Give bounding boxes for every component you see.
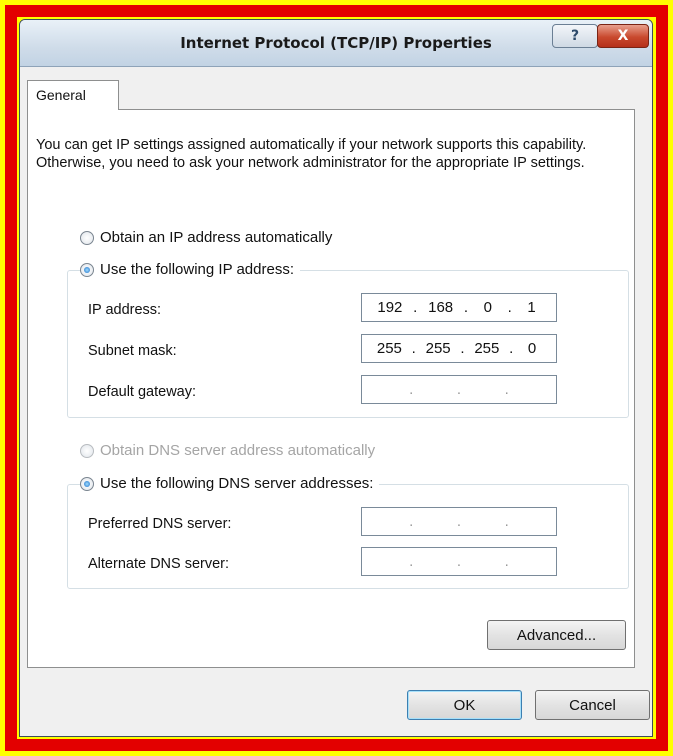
octet-3: 0: [483, 299, 493, 316]
dns-manual-radio[interactable]: [80, 476, 94, 491]
octet-dot: .: [456, 513, 462, 530]
ip-address-label: IP address:: [88, 302, 162, 318]
octet-1: 255: [376, 340, 402, 357]
octet-dot: .: [409, 381, 414, 398]
subnet-mask-input[interactable]: 255. 255. 255. 0: [361, 334, 557, 363]
ok-button[interactable]: OK: [407, 690, 522, 720]
ip-manual-label: Use the following IP address:: [100, 261, 294, 278]
octet-dot: .: [504, 513, 509, 530]
advanced-button[interactable]: Advanced...: [487, 620, 626, 650]
alternate-dns-input[interactable]: . . .: [361, 547, 557, 576]
ip-manual-option[interactable]: Use the following IP address:: [80, 261, 300, 278]
octet-dot: .: [504, 381, 509, 398]
ip-auto-radio[interactable]: [80, 230, 94, 245]
octet-dot: .: [504, 553, 509, 570]
dns-auto-label: Obtain DNS server address automatically: [100, 442, 376, 459]
close-button[interactable]: X: [597, 24, 649, 48]
preferred-dns-label: Preferred DNS server:: [88, 516, 232, 532]
octet-dot: .: [409, 513, 414, 530]
octet-dot: .: [456, 381, 462, 398]
preferred-dns-input[interactable]: . . .: [361, 507, 557, 536]
octet-dot: .: [507, 299, 512, 316]
help-button[interactable]: ?: [552, 24, 598, 48]
help-icon: ?: [570, 28, 580, 44]
octet-2: 168: [428, 299, 454, 316]
ip-auto-label: Obtain an IP address automatically: [100, 229, 333, 246]
octet-dot: .: [509, 340, 514, 357]
octet-dot: .: [460, 340, 465, 357]
cancel-button[interactable]: Cancel: [535, 690, 650, 720]
default-gateway-input[interactable]: . . .: [361, 375, 557, 404]
default-gateway-label: Default gateway:: [88, 384, 197, 400]
dns-manual-label: Use the following DNS server addresses:: [100, 475, 374, 492]
dns-auto-option: Obtain DNS server address automatically: [80, 442, 382, 459]
close-icon: X: [617, 28, 629, 44]
octet-4: 1: [527, 299, 536, 316]
octet-3: 255: [474, 340, 500, 357]
octet-1: 192: [377, 299, 403, 316]
octet-2: 255: [425, 340, 451, 357]
tab-general[interactable]: General: [27, 80, 119, 110]
ip-auto-option[interactable]: Obtain an IP address automatically: [80, 229, 339, 246]
dns-manual-option[interactable]: Use the following DNS server addresses:: [80, 475, 380, 492]
octet-dot: .: [456, 553, 462, 570]
ip-address-input[interactable]: 192. 168. 0. 1: [361, 293, 557, 322]
octet-dot: .: [409, 553, 414, 570]
octet-4: 0: [527, 340, 537, 357]
subnet-mask-label: Subnet mask:: [88, 343, 177, 359]
intro-text: You can get IP settings assigned automat…: [36, 137, 587, 171]
octet-dot: .: [463, 299, 469, 316]
title-bar[interactable]: Internet Protocol (TCP/IP) Properties ? …: [20, 20, 652, 67]
dns-auto-radio: [80, 443, 94, 458]
ip-manual-radio[interactable]: [80, 262, 94, 277]
alternate-dns-label: Alternate DNS server:: [88, 556, 230, 572]
octet-dot: .: [413, 299, 418, 316]
octet-dot: .: [411, 340, 416, 357]
